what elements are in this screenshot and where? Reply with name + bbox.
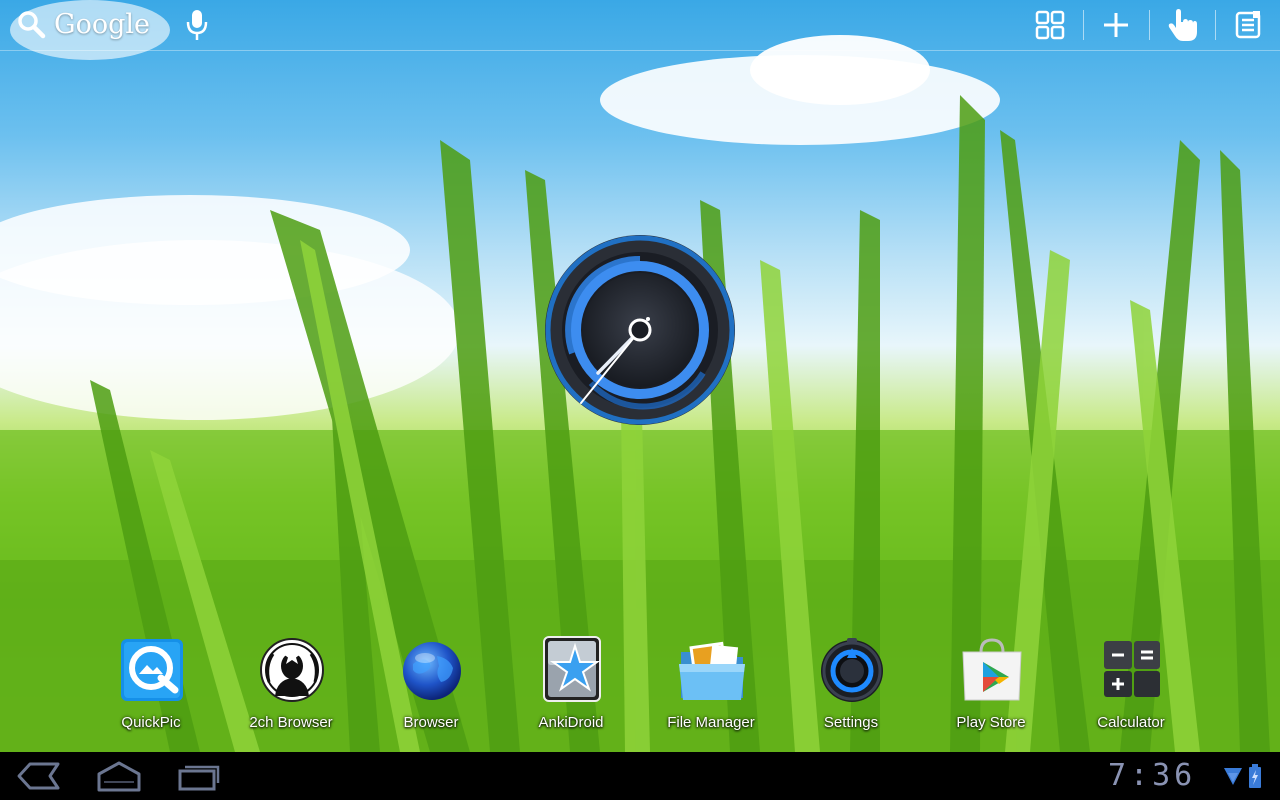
calculator-icon: [1104, 641, 1160, 697]
folder-icon: [679, 641, 745, 700]
app-label: Calculator: [1097, 714, 1165, 731]
app-calculator[interactable]: Calculator: [1061, 636, 1201, 740]
app-quickpic[interactable]: QuickPic: [81, 636, 221, 740]
notes-menu-icon: [1235, 11, 1261, 39]
recent-apps-icon: [178, 765, 220, 791]
status-clock: 7:36: [1108, 758, 1197, 793]
app-label: Settings: [823, 714, 879, 731]
settings-icon: [821, 638, 883, 702]
back-icon: [17, 762, 60, 790]
apps-button[interactable]: [1030, 6, 1070, 44]
app-label: Browser: [403, 714, 459, 731]
globe-icon: [403, 642, 461, 700]
home-icon: [97, 761, 141, 792]
app-ankidroid[interactable]: AnkiDroid: [501, 636, 641, 740]
system-bar: [0, 752, 1280, 800]
app-settings[interactable]: Settings: [781, 636, 921, 740]
ankidroid-star-icon: [543, 636, 601, 702]
back-button[interactable]: [14, 760, 64, 792]
app-label: AnkiDroid: [538, 714, 604, 731]
clock-face-icon: [545, 235, 735, 425]
app-label: Play Store: [956, 714, 1026, 731]
app-label: QuickPic: [121, 714, 181, 731]
recent-apps-button[interactable]: [174, 760, 224, 792]
apps-grid-icon: [1035, 10, 1065, 40]
app-label: File Manager: [667, 714, 755, 731]
voice-search-button[interactable]: [182, 8, 212, 42]
microphone-icon: [186, 10, 208, 40]
app-browser[interactable]: Browser: [361, 636, 501, 740]
search-icon: [18, 11, 46, 39]
battery-charging-icon: [1248, 764, 1262, 788]
play-store-icon: [962, 638, 1022, 701]
top-bar-divider: [1149, 10, 1150, 40]
top-bar-divider: [1083, 10, 1084, 40]
menu-button[interactable]: [1228, 6, 1268, 44]
app-2ch-browser[interactable]: 2ch Browser: [221, 636, 361, 740]
app-label: 2ch Browser: [249, 714, 333, 731]
google-search-button[interactable]: Google: [16, 6, 150, 42]
top-bar-divider: [1215, 10, 1216, 40]
analog-clock-widget[interactable]: [543, 233, 737, 427]
google-search-label: Google: [54, 8, 150, 40]
2ch-browser-icon: [260, 638, 324, 702]
touch-button[interactable]: [1162, 6, 1202, 44]
app-play-store[interactable]: Play Store: [921, 636, 1061, 740]
quickpic-icon: [121, 639, 183, 701]
add-button[interactable]: [1096, 6, 1136, 44]
hand-pointer-icon: [1168, 9, 1197, 41]
home-button[interactable]: [94, 760, 144, 792]
plus-icon: [1104, 13, 1128, 37]
top-bar: Google: [0, 0, 1280, 51]
wifi-icon: [1224, 766, 1242, 786]
app-file-manager[interactable]: File Manager: [641, 636, 781, 740]
